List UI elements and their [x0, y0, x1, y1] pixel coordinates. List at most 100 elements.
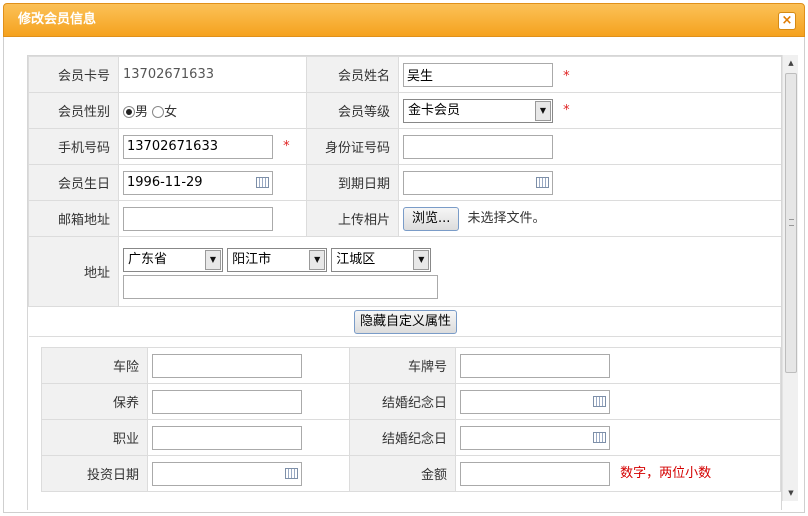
- member-form: 会员卡号 13702671633 会员姓名 * 会员性别 男 女 会员等级 金卡…: [27, 55, 782, 510]
- dialog-titlebar: 修改会员信息 ×: [3, 3, 805, 37]
- phone-input[interactable]: [123, 134, 273, 159]
- calendar-icon[interactable]: [536, 176, 549, 188]
- calendar-icon[interactable]: [256, 176, 269, 188]
- id-cell: [398, 128, 781, 165]
- wedding-input-2[interactable]: [460, 425, 610, 450]
- browse-button[interactable]: 浏览...: [403, 206, 460, 231]
- city-select[interactable]: 阳江市 ▼: [227, 247, 328, 272]
- address-label: 地址: [28, 236, 119, 307]
- name-cell: *: [398, 56, 781, 93]
- custom-attributes-table: 车险 车牌号 保养 结婚纪念日 职业 结婚纪念日 投资日期 金额 数字，两位小数: [41, 347, 781, 492]
- invest-date-input[interactable]: [152, 461, 302, 486]
- required-mark: *: [283, 139, 290, 154]
- calendar-icon[interactable]: [285, 467, 298, 479]
- chevron-down-icon[interactable]: ▼: [205, 249, 221, 270]
- grip-icon: [789, 219, 794, 226]
- expire-cell: [398, 164, 781, 201]
- calendar-icon[interactable]: [593, 431, 606, 443]
- invest-date-cell: [147, 455, 350, 492]
- scroll-up-icon[interactable]: ▲: [783, 55, 799, 71]
- birthday-label: 会员生日: [28, 164, 119, 201]
- card-no-label: 会员卡号: [28, 56, 119, 93]
- plate-input[interactable]: [460, 353, 610, 378]
- wedding-date-picker-2: [460, 425, 610, 450]
- expire-date-picker: [403, 170, 553, 195]
- invest-date-picker: [152, 461, 302, 486]
- email-label: 邮箱地址: [28, 200, 119, 237]
- maintenance-cell: [147, 383, 350, 420]
- level-cell: 金卡会员 ▼ *: [398, 92, 781, 129]
- plate-cell: [455, 347, 781, 384]
- province-value: 广东省: [128, 251, 168, 267]
- calendar-icon[interactable]: [593, 395, 606, 407]
- wedding-input-1[interactable]: [460, 389, 610, 414]
- phone-label: 手机号码: [28, 128, 119, 165]
- expire-label: 到期日期: [306, 164, 399, 201]
- maintenance-input[interactable]: [152, 389, 302, 414]
- name-label: 会员姓名: [306, 56, 399, 93]
- job-label: 职业: [41, 419, 148, 456]
- chevron-down-icon[interactable]: ▼: [309, 249, 326, 270]
- amount-hint: 数字，两位小数: [620, 466, 712, 481]
- card-no-value: 13702671633: [118, 56, 307, 93]
- gender-male-radio[interactable]: [123, 106, 135, 118]
- birthday-date-picker: [123, 170, 273, 195]
- chevron-down-icon[interactable]: ▼: [535, 100, 551, 121]
- dialog-body: 会员卡号 13702671633 会员姓名 * 会员性别 男 女 会员等级 金卡…: [3, 37, 805, 513]
- job-input[interactable]: [152, 425, 302, 450]
- expire-input[interactable]: [403, 170, 553, 195]
- email-input[interactable]: [123, 206, 273, 231]
- wedding-label-1: 结婚纪念日: [349, 383, 456, 420]
- photo-cell: 浏览... 未选择文件。: [398, 200, 781, 237]
- birthday-cell: [118, 164, 307, 201]
- district-select[interactable]: 江城区 ▼: [331, 247, 432, 272]
- wedding-date-picker-1: [460, 389, 610, 414]
- close-icon[interactable]: ×: [782, 13, 793, 28]
- car-insurance-label: 车险: [41, 347, 148, 384]
- amount-label: 金额: [349, 455, 456, 492]
- invest-date-label: 投资日期: [41, 455, 148, 492]
- district-value: 江城区: [336, 251, 376, 267]
- level-select[interactable]: 金卡会员 ▼: [403, 98, 553, 123]
- id-label: 身份证号码: [306, 128, 399, 165]
- plate-label: 车牌号: [349, 347, 456, 384]
- gender-female-label: 女: [164, 105, 178, 120]
- required-mark: *: [563, 69, 570, 84]
- gender-cell: 男 女: [118, 92, 307, 129]
- job-cell: [147, 419, 350, 456]
- required-mark: *: [563, 103, 570, 118]
- amount-cell: 数字，两位小数: [455, 455, 781, 492]
- city-value: 阳江市: [232, 251, 272, 267]
- wedding-cell-2: [455, 419, 781, 456]
- email-cell: [118, 200, 307, 237]
- member-info-table: 会员卡号 13702671633 会员姓名 * 会员性别 男 女 会员等级 金卡…: [28, 56, 781, 337]
- name-input[interactable]: [403, 62, 553, 87]
- birthday-input[interactable]: [123, 170, 273, 195]
- level-select-value: 金卡会员: [408, 102, 461, 118]
- level-label: 会员等级: [306, 92, 399, 129]
- photo-label: 上传相片: [306, 200, 399, 237]
- car-insurance-input[interactable]: [152, 353, 302, 378]
- scroll-thumb[interactable]: [785, 73, 797, 373]
- dialog-title: 修改会员信息: [18, 12, 97, 27]
- car-insurance-cell: [147, 347, 350, 384]
- amount-input[interactable]: [460, 461, 610, 486]
- toggle-row: 隐藏自定义属性: [28, 306, 781, 337]
- phone-cell: *: [118, 128, 307, 165]
- chevron-down-icon[interactable]: ▼: [413, 249, 430, 270]
- gender-label: 会员性别: [28, 92, 119, 129]
- gender-male-label: 男: [135, 105, 149, 120]
- scroll-down-icon[interactable]: ▼: [783, 485, 799, 501]
- address-detail-input[interactable]: [123, 274, 438, 299]
- province-select[interactable]: 广东省 ▼: [123, 247, 223, 272]
- no-file-label: 未选择文件。: [467, 210, 546, 226]
- hide-custom-attributes-button[interactable]: 隐藏自定义属性: [353, 309, 457, 334]
- wedding-cell-1: [455, 383, 781, 420]
- close-button[interactable]: ×: [778, 12, 796, 30]
- id-input[interactable]: [403, 134, 553, 159]
- maintenance-label: 保养: [41, 383, 148, 420]
- address-cell: 广东省 ▼ 阳江市 ▼ 江城区 ▼: [118, 236, 781, 307]
- gender-female-radio[interactable]: [152, 106, 165, 118]
- vertical-scrollbar[interactable]: ▲ ▼: [782, 55, 798, 501]
